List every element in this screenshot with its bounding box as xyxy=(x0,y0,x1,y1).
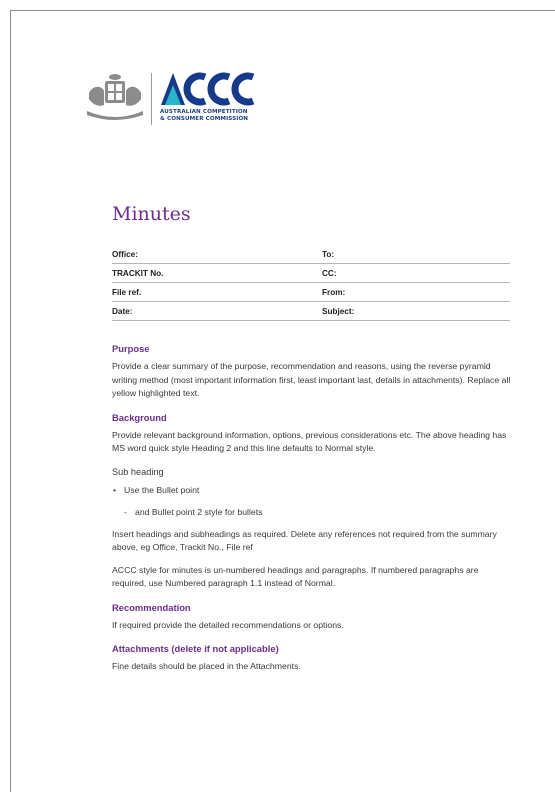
bullet-icon: • xyxy=(113,484,117,495)
meta-to-label: To: xyxy=(322,245,510,264)
table-row: Date: Subject: xyxy=(112,301,510,321)
sub-heading: Sub heading xyxy=(112,466,164,477)
document-title: Minutes xyxy=(112,203,191,225)
background-heading: Background xyxy=(112,411,167,423)
style-paragraph: ACCC style for minutes is un-numbered he… xyxy=(112,564,479,589)
attachments-paragraph: Fine details should be placed in the Att… xyxy=(112,661,301,671)
minutes-meta-table: Office: To: TRACKIT No. CC: File ref. Fr… xyxy=(112,245,510,321)
accc-logo: AUSTRALIAN COMPETITION & CONSUMER COMMIS… xyxy=(83,71,263,129)
bullet2-text: and Bullet point 2 style for bullets xyxy=(135,506,263,517)
meta-from-label: From: xyxy=(322,282,510,302)
meta-cc-label: CC: xyxy=(322,263,510,283)
document-body: Purpose Provide a clear summary of the p… xyxy=(112,341,512,683)
logo-subtitle: AUSTRALIAN COMPETITION & CONSUMER COMMIS… xyxy=(160,109,248,123)
attachments-heading: Attachments (delete if not applicable) xyxy=(112,643,279,654)
table-row: Office: To: xyxy=(112,245,510,264)
background-paragraph: Provide relevant background information,… xyxy=(112,429,507,454)
logo-subtitle-line2: & CONSUMER COMMISSION xyxy=(160,116,249,122)
bullet-text: Use the Bullet point xyxy=(124,484,200,495)
dash-icon: - xyxy=(124,506,127,517)
logo-divider xyxy=(151,73,152,125)
logo-subtitle-line1: AUSTRALIAN COMPETITION xyxy=(160,109,248,115)
purpose-heading: Purpose xyxy=(112,343,150,354)
meta-date-label: Date: xyxy=(112,301,322,321)
meta-subject-label: Subject: xyxy=(322,301,510,321)
recommendation-paragraph: If required provide the detailed recomme… xyxy=(112,619,344,630)
meta-office-label: Office: xyxy=(112,245,322,264)
bullet2-item: - and Bullet point 2 style for bullets xyxy=(112,506,512,519)
recommendation-heading: Recommendation xyxy=(112,601,191,613)
coat-of-arms-icon xyxy=(87,74,143,120)
meta-fileref-label: File ref. xyxy=(112,282,322,302)
bullet-item: • Use the Bullet point xyxy=(112,484,512,497)
document-page: AUSTRALIAN COMPETITION & CONSUMER COMMIS… xyxy=(10,10,555,792)
accc-mark-icon xyxy=(161,72,255,106)
table-row: TRACKIT No. CC: xyxy=(112,263,510,283)
meta-trackit-label: TRACKIT No. xyxy=(112,263,322,283)
table-row: File ref. From: xyxy=(112,282,510,302)
purpose-paragraph: Provide a clear summary of the purpose, … xyxy=(112,361,511,398)
headings-paragraph: Insert headings and subheadings as requi… xyxy=(112,528,497,553)
